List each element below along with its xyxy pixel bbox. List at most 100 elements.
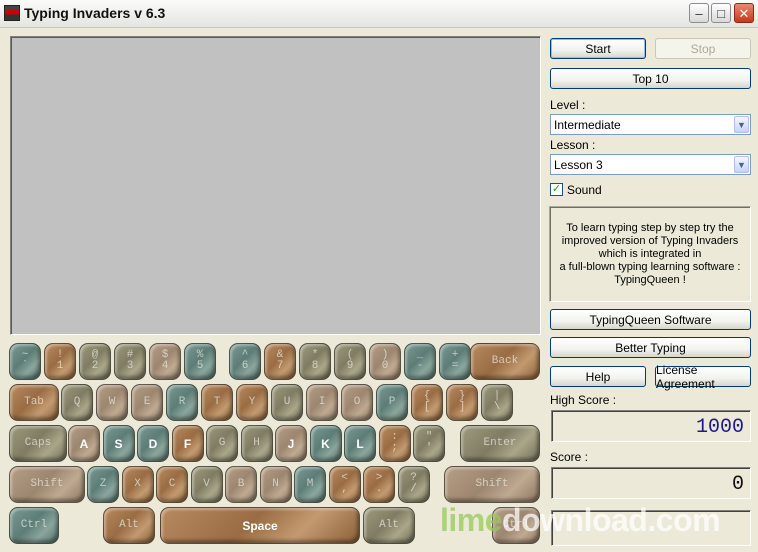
key-label: J [287,437,295,451]
key-q[interactable]: Q [61,384,93,421]
key-d[interactable]: D [137,425,169,462]
key-s[interactable]: S [102,425,135,462]
key-g[interactable]: G [206,425,238,462]
key-5[interactable]: % 5 [184,343,216,380]
chevron-down-icon[interactable]: ▼ [734,156,749,173]
high-score-value: 1000 [695,416,744,439]
key-shift[interactable]: Shift [9,466,85,503]
high-score-label: High Score : [550,393,617,407]
key-sym[interactable]: + = [439,343,471,380]
key-r[interactable]: R [166,384,198,421]
key-ctrl[interactable]: Ctrl [9,507,59,544]
key-label: A [79,437,89,451]
key-label: T [213,396,221,408]
key-v[interactable]: V [190,466,223,503]
maximize-button[interactable]: □ [711,3,731,23]
top10-button[interactable]: Top 10 [550,68,751,89]
help-button[interactable]: Help [550,366,646,387]
lesson-label: Lesson : [550,138,596,152]
key-label: " ' [425,431,433,454]
key-enter[interactable]: Enter [460,425,540,462]
key-label: K [321,437,330,451]
key-h[interactable]: H [240,425,273,462]
key-4[interactable]: $ 4 [149,343,181,380]
key-label: Q [73,396,81,408]
key-2[interactable]: @ 2 [79,343,111,380]
key-m[interactable]: M [294,466,326,503]
key-tab[interactable]: Tab [9,384,59,421]
key-sym[interactable]: | \ [481,384,513,421]
level-select[interactable]: Intermediate ▼ [550,114,751,135]
key-label: # 3 [126,349,134,372]
better-typing-button[interactable]: Better Typing [550,337,751,358]
key-label: O [353,396,361,408]
key-3[interactable]: # 3 [114,343,146,380]
key-6[interactable]: ^ 6 [229,343,261,380]
key-f[interactable]: F [171,425,204,462]
key-y[interactable]: Y [236,384,268,421]
key-a[interactable]: A [68,425,100,462]
close-icon: ✕ [738,5,750,21]
key-sym[interactable]: " ' [413,425,445,462]
key-p[interactable]: P [376,384,408,421]
key-b[interactable]: B [225,466,257,503]
key-u[interactable]: U [271,384,303,421]
key-label: Space [242,519,278,533]
chevron-down-icon[interactable]: ▼ [734,116,749,133]
key-8[interactable]: * 8 [299,343,331,380]
key-alt[interactable]: Alt [363,507,415,544]
key-label: + = [451,349,459,372]
key-shift[interactable]: Shift [444,466,540,503]
key-c[interactable]: C [156,466,188,503]
key-label: Z [99,478,107,490]
typingqueen-button[interactable]: TypingQueen Software [550,309,751,330]
score-value: 0 [731,473,744,496]
key-o[interactable]: O [341,384,373,421]
key-sym[interactable]: } ] [446,384,478,421]
sound-label[interactable]: Sound [567,183,602,197]
key-l[interactable]: L [344,425,376,462]
game-area[interactable] [10,36,541,335]
key-sym[interactable]: ~ ` [9,343,41,380]
key-sym[interactable]: > . [363,466,395,503]
key-w[interactable]: W [96,384,128,421]
key-back[interactable]: Back [470,343,540,380]
key-j[interactable]: J [275,425,307,462]
key-sym[interactable]: < , [328,466,361,503]
maximize-icon: □ [717,5,725,21]
key-sym[interactable]: { [ [411,384,443,421]
key-sym[interactable]: ? / [397,466,430,503]
start-button[interactable]: Start [550,38,646,59]
key-0[interactable]: ) 0 [369,343,401,380]
key-z[interactable]: Z [87,466,119,503]
close-button[interactable]: ✕ [734,3,754,23]
key-i[interactable]: I [306,384,338,421]
stop-button[interactable]: Stop [655,38,751,59]
license-button[interactable]: License Agreement [655,363,751,391]
key-k[interactable]: K [309,425,342,462]
key-t[interactable]: T [201,384,233,421]
high-score-display: 1000 [551,410,751,442]
key-n[interactable]: N [259,466,292,503]
key-x[interactable]: X [121,466,154,503]
key-caps[interactable]: Caps [9,425,67,462]
key-label: : ; [391,431,398,454]
key-label: Y [248,396,256,408]
key-7[interactable]: & 7 [264,343,296,380]
key-9[interactable]: ( 9 [334,343,366,380]
sound-checkbox[interactable]: ✓ [550,183,563,196]
key-label: ) 0 [381,349,389,372]
key-sym[interactable]: _ - [404,343,436,380]
lesson-select[interactable]: Lesson 3 ▼ [550,154,751,175]
key-space[interactable]: Space [160,507,360,544]
level-value: Intermediate [554,118,621,132]
key-label: S [114,437,123,451]
key-label: Shift [30,478,64,490]
key-sym[interactable]: : ; [378,425,411,462]
info-box: To learn typing step by step try the imp… [549,206,751,302]
key-label: Enter [483,437,517,449]
key-alt[interactable]: Alt [103,507,155,544]
minimize-button[interactable]: – [689,3,709,23]
key-1[interactable]: ! 1 [44,343,76,380]
key-e[interactable]: E [131,384,163,421]
